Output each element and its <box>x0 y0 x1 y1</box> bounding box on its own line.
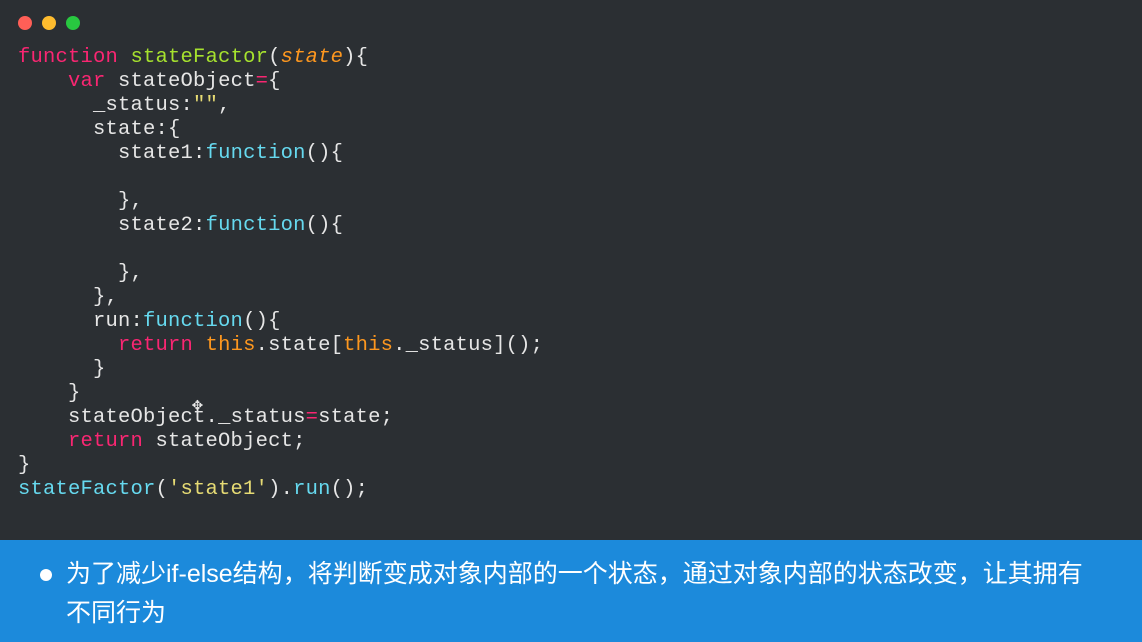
code-editor-window: function stateFactor(state){ var stateOb… <box>0 0 1142 540</box>
call-end: (); <box>331 478 369 501</box>
bracket-open: [ <box>331 334 344 357</box>
assign-op: = <box>306 406 319 429</box>
paren-brace: (){ <box>306 142 344 165</box>
brace-close: } <box>18 454 31 477</box>
this-keyword: this <box>206 334 256 357</box>
colon: : <box>131 310 144 333</box>
brace-close: }, <box>118 190 143 213</box>
var-stateobject: stateObject <box>68 406 206 429</box>
prop-run: run <box>93 310 131 333</box>
close-icon[interactable] <box>18 16 32 30</box>
function-name: stateFactor <box>131 46 269 69</box>
prop-state: state <box>93 118 156 141</box>
paren-brace: (){ <box>306 214 344 237</box>
bullet-icon <box>40 569 52 581</box>
prop-status: _status <box>93 94 181 117</box>
string-empty: "" <box>193 94 218 117</box>
keyword-function: function <box>18 46 118 69</box>
semicolon: ; <box>293 430 306 453</box>
code-block: function stateFactor(state){ var stateOb… <box>0 46 1142 502</box>
call-statefactor: stateFactor <box>18 478 156 501</box>
var-stateobject: stateObject <box>156 430 294 453</box>
dot: . <box>206 406 219 429</box>
dot: . <box>393 334 406 357</box>
prop-state: state <box>268 334 331 357</box>
zoom-icon[interactable] <box>66 16 80 30</box>
colon: : <box>193 142 206 165</box>
this-keyword: this <box>343 334 393 357</box>
bracket-close-call: ](); <box>493 334 543 357</box>
colon: : <box>193 214 206 237</box>
comma: , <box>218 94 231 117</box>
prop-status: _status <box>218 406 306 429</box>
brace-close: } <box>68 382 81 405</box>
prop-state1: state1 <box>118 142 193 165</box>
var-name: stateObject <box>118 70 256 93</box>
minimize-icon[interactable] <box>42 16 56 30</box>
brace-close: } <box>93 358 106 381</box>
keyword-return: return <box>118 334 193 357</box>
brace-open: { <box>268 70 281 93</box>
paren-close-dot: ). <box>268 478 293 501</box>
paren-open: ( <box>156 478 169 501</box>
colon-brace: :{ <box>156 118 181 141</box>
keyword-function: function <box>206 214 306 237</box>
keyword-var: var <box>68 70 106 93</box>
keyword-return: return <box>68 430 143 453</box>
caption-text: 为了减少if-else结构，将判断变成对象内部的一个状态，通过对象内部的状态改变… <box>66 555 1102 642</box>
semicolon: ; <box>381 406 394 429</box>
window-traffic-lights <box>0 10 1142 46</box>
param-state: state <box>318 406 381 429</box>
dot: . <box>256 334 269 357</box>
keyword-function: function <box>143 310 243 333</box>
param-state: state <box>281 46 344 69</box>
brace-close: }, <box>118 262 143 285</box>
method-run: run <box>293 478 331 501</box>
string-state1: 'state1' <box>168 478 268 501</box>
prop-status: _status <box>406 334 494 357</box>
space <box>193 334 206 357</box>
paren-brace: (){ <box>243 310 281 333</box>
space <box>143 430 156 453</box>
prop-state2: state2 <box>118 214 193 237</box>
keyword-function: function <box>206 142 306 165</box>
colon: : <box>181 94 194 117</box>
brace-open: ){ <box>343 46 368 69</box>
caption-banner: 为了减少if-else结构，将判断变成对象内部的一个状态，通过对象内部的状态改变… <box>0 540 1142 642</box>
paren-open: ( <box>268 46 281 69</box>
assign-op: = <box>256 70 269 93</box>
brace-close: }, <box>93 286 118 309</box>
